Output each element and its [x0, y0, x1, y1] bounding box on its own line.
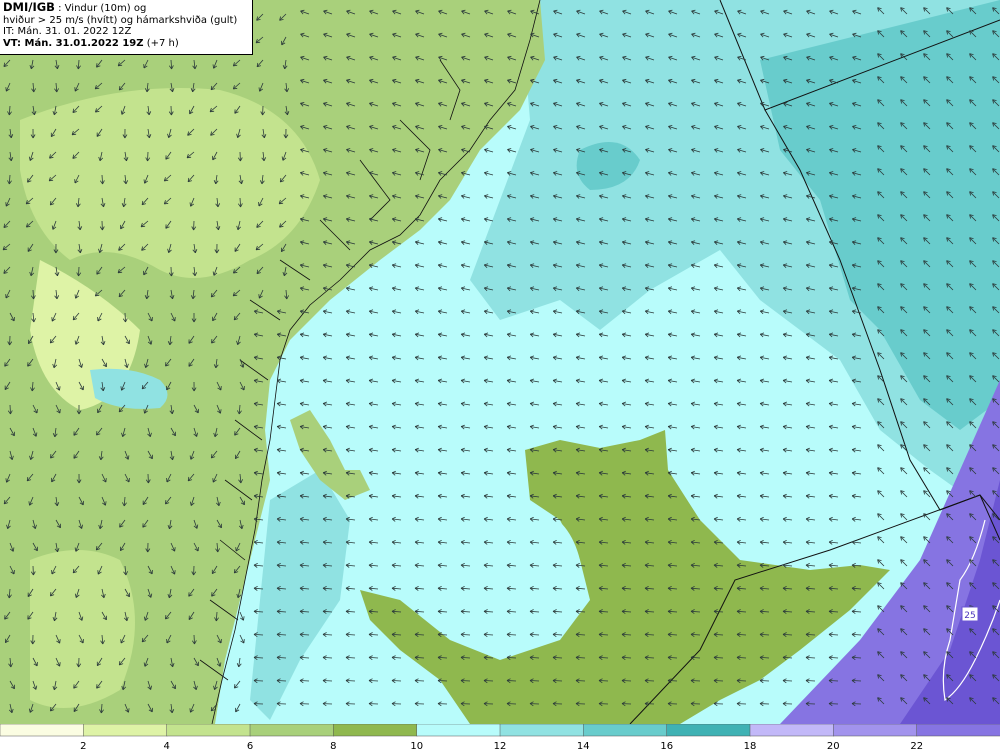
- wind-arrow: [368, 680, 379, 682]
- wind-arrow: [299, 680, 310, 682]
- wind-arrow: [690, 680, 701, 682]
- valid-time: VT: Mán. 31.01.2022 19Z: [3, 37, 144, 49]
- wind-arrow: [598, 680, 609, 682]
- wind-arrow: [506, 680, 517, 682]
- subtitle-line: hviður > 25 m/s (hvítt) og hámarkshviða …: [3, 14, 238, 26]
- legend-tick-label: 22: [910, 741, 923, 752]
- legend-swatch: [249, 724, 335, 737]
- legend-swatch: [916, 724, 1000, 737]
- legend-swatch: [749, 724, 835, 737]
- gust-contour-label: 25: [964, 611, 975, 621]
- legend-swatch: [499, 724, 585, 737]
- wind-arrow: [483, 680, 494, 682]
- wind-arrow: [552, 680, 563, 682]
- wind-arrow: [460, 680, 471, 682]
- wind-arrow: [345, 680, 356, 682]
- brand-label: DMI/IGB: [3, 0, 55, 14]
- legend-tick-label: 8: [330, 741, 336, 752]
- legend-tick-label: 20: [827, 741, 840, 752]
- legend-tick-label: 14: [577, 741, 590, 752]
- wind-arrow: [713, 680, 724, 682]
- legend-swatch: [83, 724, 168, 737]
- legend-swatch: [166, 724, 251, 737]
- wind-arrow: [9, 404, 11, 415]
- color-scale-legend: 2 4 6 8 10 12 14 16 18 20 22: [0, 724, 1000, 752]
- weather-map-view: 25 DMI/IGB : Vindur (10m) og hviður > 25…: [0, 0, 1000, 753]
- wind-arrow: [828, 680, 839, 682]
- wind-arrow: [621, 680, 632, 682]
- legend-swatch: [416, 724, 501, 737]
- legend-tick-labels: 2 4 6 8 10 12 14 16 18 20 22: [80, 741, 923, 752]
- legend-tick-label: 12: [494, 741, 507, 752]
- title-line: DMI/IGB : Vindur (10m) og: [3, 0, 249, 15]
- greenland-south-light: [30, 550, 135, 708]
- legend-tick-label: 6: [247, 741, 253, 752]
- wind-arrow: [322, 680, 333, 682]
- wind-arrow: [529, 680, 540, 682]
- wind-map: 25: [0, 0, 1000, 724]
- wind-arrow: [276, 680, 287, 682]
- wind-arrow: [805, 680, 816, 682]
- legend-swatch: [666, 724, 751, 737]
- wind-arrow: [575, 680, 586, 682]
- wind-arrow: [759, 680, 770, 682]
- valid-time-line: VT: Mán. 31.01.2022 19Z (+7 h): [3, 38, 249, 50]
- legend-swatch: [333, 724, 418, 737]
- legend-swatch: [833, 724, 918, 737]
- wind-arrow: [391, 680, 402, 682]
- legend-tick-label: 16: [660, 741, 673, 752]
- wind-arrow: [736, 680, 747, 682]
- wind-arrow: [851, 680, 862, 682]
- legend-tick-label: 2: [80, 741, 86, 752]
- legend-swatch: [583, 724, 668, 737]
- wind-arrow: [78, 266, 80, 277]
- legend-tick-label: 10: [410, 741, 423, 752]
- wind-arrow: [414, 680, 425, 682]
- wind-arrow: [147, 151, 149, 162]
- map-info-box: DMI/IGB : Vindur (10m) og hviður > 25 m/…: [0, 0, 253, 55]
- wind-arrow: [667, 680, 678, 682]
- legend-swatch: [0, 724, 85, 737]
- title-text: : Vindur (10m) og: [54, 3, 147, 14]
- wind-arrow: [253, 680, 264, 682]
- valid-time-offset: (+7 h): [143, 37, 179, 49]
- issue-time: IT: Mán. 31. 01. 2022 12Z: [3, 26, 132, 37]
- wind-arrow: [644, 680, 655, 682]
- wind-arrow: [124, 312, 126, 323]
- legend-swatches: [0, 724, 1000, 737]
- legend-tick-label: 4: [164, 741, 170, 752]
- legend-tick-label: 18: [744, 741, 757, 752]
- map-base-layer: [0, 0, 1000, 724]
- wind-arrow: [782, 680, 793, 682]
- wind-arrow: [437, 680, 448, 682]
- map-value-label: 25: [961, 606, 979, 622]
